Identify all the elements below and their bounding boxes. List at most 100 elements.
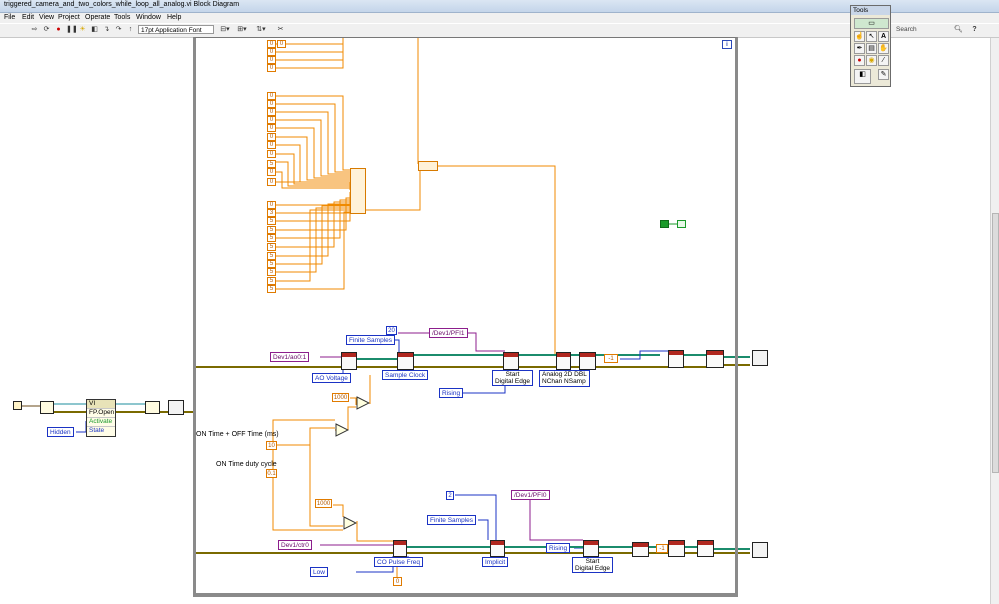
distribute-objects-icon[interactable]: ⊞▾ <box>236 25 248 35</box>
reorder-icon[interactable]: ⇅▾ <box>255 25 267 35</box>
help-button[interactable]: ? <box>970 25 979 35</box>
daqmx-start-task-node-co[interactable] <box>632 542 649 557</box>
font-select[interactable]: 17pt Application Font <box>138 25 214 34</box>
array-constant[interactable]: 0 <box>267 48 276 56</box>
finite-samples-ring-co[interactable]: Finite Samples <box>427 515 476 525</box>
array-constant[interactable]: 0 <box>277 40 286 48</box>
probe-tool-icon[interactable]: ◉ <box>866 55 877 66</box>
cleanup-diagram-icon[interactable]: ✂ <box>276 25 285 35</box>
auto-tool-selection-icon[interactable]: ▭ <box>854 18 889 29</box>
ctr-channel-constant[interactable]: Dev1/ctr0 <box>278 540 312 550</box>
array-constant[interactable]: 3 <box>267 209 276 217</box>
true-constant[interactable] <box>660 220 669 228</box>
daqmx-trigger-node-ao[interactable] <box>503 352 519 370</box>
start-digital-edge-label-co[interactable]: Start Digital Edge <box>572 557 614 573</box>
retain-wire-values-icon[interactable]: ◧ <box>90 25 99 35</box>
open-vi-reference-node[interactable] <box>40 401 54 414</box>
co-pulse-freq-ring[interactable]: CO Pulse Freq <box>374 557 423 567</box>
sample-clock-ring[interactable]: Sample Clock <box>382 370 429 380</box>
array-constant[interactable]: 0 <box>267 141 276 149</box>
array-constant[interactable]: 0 <box>267 108 276 116</box>
daqmx-trigger-node-co[interactable] <box>583 540 599 557</box>
scrollbar-thumb[interactable] <box>992 213 999 473</box>
menu-window[interactable]: Window <box>136 14 161 21</box>
color-swatch-icon[interactable]: ◧ <box>854 69 871 84</box>
daqmx-wait-until-done-node-ao[interactable] <box>668 350 684 368</box>
step-into-icon[interactable]: ↴ <box>102 25 111 35</box>
wiring-tool-icon[interactable]: ✒ <box>854 43 865 54</box>
daqmx-write-node[interactable] <box>556 352 571 370</box>
daqmx-create-channel-node[interactable] <box>341 352 357 370</box>
get-color-tool-icon[interactable]: ⁄ <box>878 55 889 66</box>
property-fp-open[interactable]: FP.Open <box>87 408 115 417</box>
vertical-scrollbar[interactable] <box>990 38 999 604</box>
daqmx-create-channel-co-node[interactable] <box>393 540 407 557</box>
run-continuous-icon[interactable]: ⟳ <box>42 25 51 35</box>
scroll-tool-icon[interactable]: ✋ <box>878 43 889 54</box>
stop-terminal-icon[interactable] <box>677 220 686 228</box>
timeout-constant-co[interactable]: -1 <box>656 544 668 553</box>
daqmx-clear-task-node-co[interactable] <box>697 540 714 557</box>
menu-edit[interactable]: Edit <box>22 14 34 21</box>
menu-file[interactable]: File <box>4 14 15 21</box>
multiply-node[interactable] <box>335 423 349 437</box>
pfi0-channel-constant[interactable]: /Dev1/PFI0 <box>511 490 550 500</box>
array-constant[interactable]: 0 <box>267 92 276 100</box>
ao-channel-constant[interactable]: Dev1/ao0:1 <box>270 352 310 362</box>
implicit-timing-ring[interactable]: Implicit <box>482 557 509 567</box>
array-constant[interactable]: 5 <box>267 260 276 268</box>
array-constant[interactable]: 5 <box>267 277 276 285</box>
array-constant[interactable]: 0 <box>267 100 276 108</box>
hidden-state-ring[interactable]: Hidden <box>47 427 74 437</box>
array-constant[interactable]: 5 <box>267 268 276 276</box>
simple-error-handler-icon[interactable] <box>168 400 184 415</box>
step-out-icon[interactable]: ↑ <box>126 25 135 35</box>
close-reference-node[interactable] <box>145 401 160 414</box>
array-constant[interactable]: 5 <box>267 252 276 260</box>
property-activate[interactable]: Activate <box>87 417 115 426</box>
array-constant[interactable]: 0 <box>267 150 276 158</box>
pause-icon[interactable]: ❚❚ <box>66 25 78 35</box>
daqmx-start-task-node-ao[interactable] <box>579 352 596 370</box>
rising-edge-ring-co[interactable]: Rising <box>546 543 571 553</box>
property-node[interactable]: VI FP.Open Activate State <box>86 399 116 437</box>
array-constant[interactable]: 0 <box>267 133 276 141</box>
menu-help[interactable]: Help <box>167 14 181 21</box>
on-off-time-control[interactable]: 10 <box>266 441 277 450</box>
timeout-constant-ao[interactable]: -1 <box>604 354 618 363</box>
text-tool-icon[interactable]: A <box>878 31 889 42</box>
highlight-execution-icon[interactable]: ☀ <box>78 25 87 35</box>
array-constant[interactable]: 0 <box>267 168 276 176</box>
menu-project[interactable]: Project <box>58 14 80 21</box>
daqmx-wait-until-done-node-co[interactable] <box>668 540 685 557</box>
thousand-constant-top[interactable]: 1000 <box>332 393 349 402</box>
menu-operate[interactable]: Operate <box>85 14 110 21</box>
divide-node[interactable] <box>356 396 370 410</box>
divide-node-bottom[interactable] <box>343 516 357 530</box>
step-over-icon[interactable]: ↷ <box>114 25 123 35</box>
menu-view[interactable]: View <box>39 14 54 21</box>
thousand-constant-bottom[interactable]: 1000 <box>315 499 332 508</box>
array-constant[interactable]: 0 <box>267 56 276 64</box>
simple-error-handler-icon[interactable] <box>752 350 768 366</box>
ao-voltage-ring[interactable]: AO Voltage <box>312 373 351 383</box>
shortcut-menu-tool-icon[interactable]: ▤ <box>866 43 877 54</box>
array-constant[interactable]: 5 <box>267 226 276 234</box>
position-tool-icon[interactable]: ↖ <box>866 31 877 42</box>
run-arrow-icon[interactable]: ⇨ <box>30 25 39 35</box>
array-constant[interactable]: 5 <box>267 217 276 225</box>
abort-icon[interactable]: ● <box>54 25 63 35</box>
pfi-channel-constant[interactable]: /Dev1/PFI1 <box>429 328 468 338</box>
array-constant[interactable]: 5 <box>267 234 276 242</box>
array-constant[interactable]: 5 <box>267 243 276 251</box>
align-objects-icon[interactable]: ⊟▾ <box>219 25 231 35</box>
build-array-node[interactable] <box>350 168 366 214</box>
array-constant[interactable]: 0 <box>267 40 276 48</box>
daqmx-timing-node-co[interactable] <box>490 540 505 557</box>
menu-tools[interactable]: Tools <box>114 14 130 21</box>
simple-error-handler-icon[interactable] <box>752 542 768 558</box>
idle-state-low-ring[interactable]: Low <box>310 567 328 577</box>
on-duty-control[interactable]: 0.1 <box>266 469 277 478</box>
start-digital-edge-label-ao[interactable]: Start Digital Edge <box>492 370 534 386</box>
samples-constant-co[interactable]: 2 <box>446 491 454 500</box>
